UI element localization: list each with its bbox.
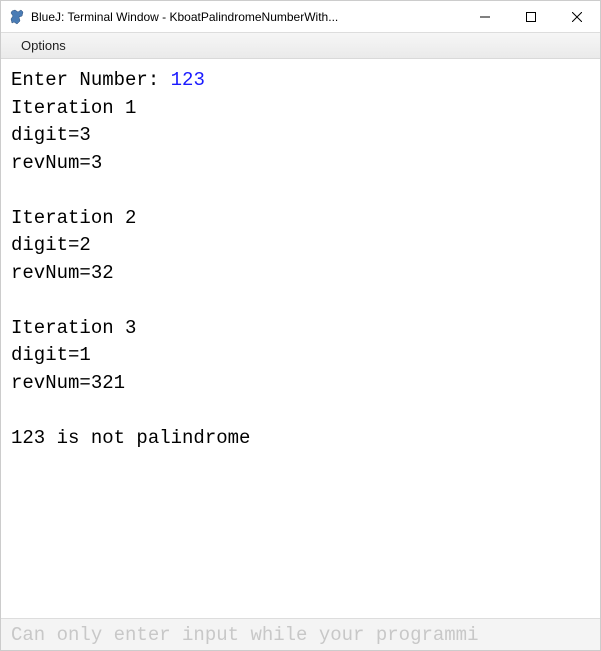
maximize-button[interactable] [508,1,554,32]
user-input-text: 123 [171,69,205,91]
prompt-text: Enter Number: [11,69,171,91]
close-button[interactable] [554,1,600,32]
minimize-button[interactable] [462,1,508,32]
output-lines: Iteration 1 digit=3 revNum=3 Iteration 2… [11,97,250,450]
window-title: BlueJ: Terminal Window - KboatPalindrome… [31,10,462,24]
menubar: Options [1,33,600,59]
window-controls [462,1,600,32]
statusbar: Can only enter input while your programm… [1,618,600,650]
bluej-app-icon [9,9,25,25]
menu-options[interactable]: Options [15,36,72,55]
status-text: Can only enter input while your programm… [11,624,478,646]
terminal-output[interactable]: Enter Number: 123 Iteration 1 digit=3 re… [1,59,600,618]
titlebar: BlueJ: Terminal Window - KboatPalindrome… [1,1,600,33]
